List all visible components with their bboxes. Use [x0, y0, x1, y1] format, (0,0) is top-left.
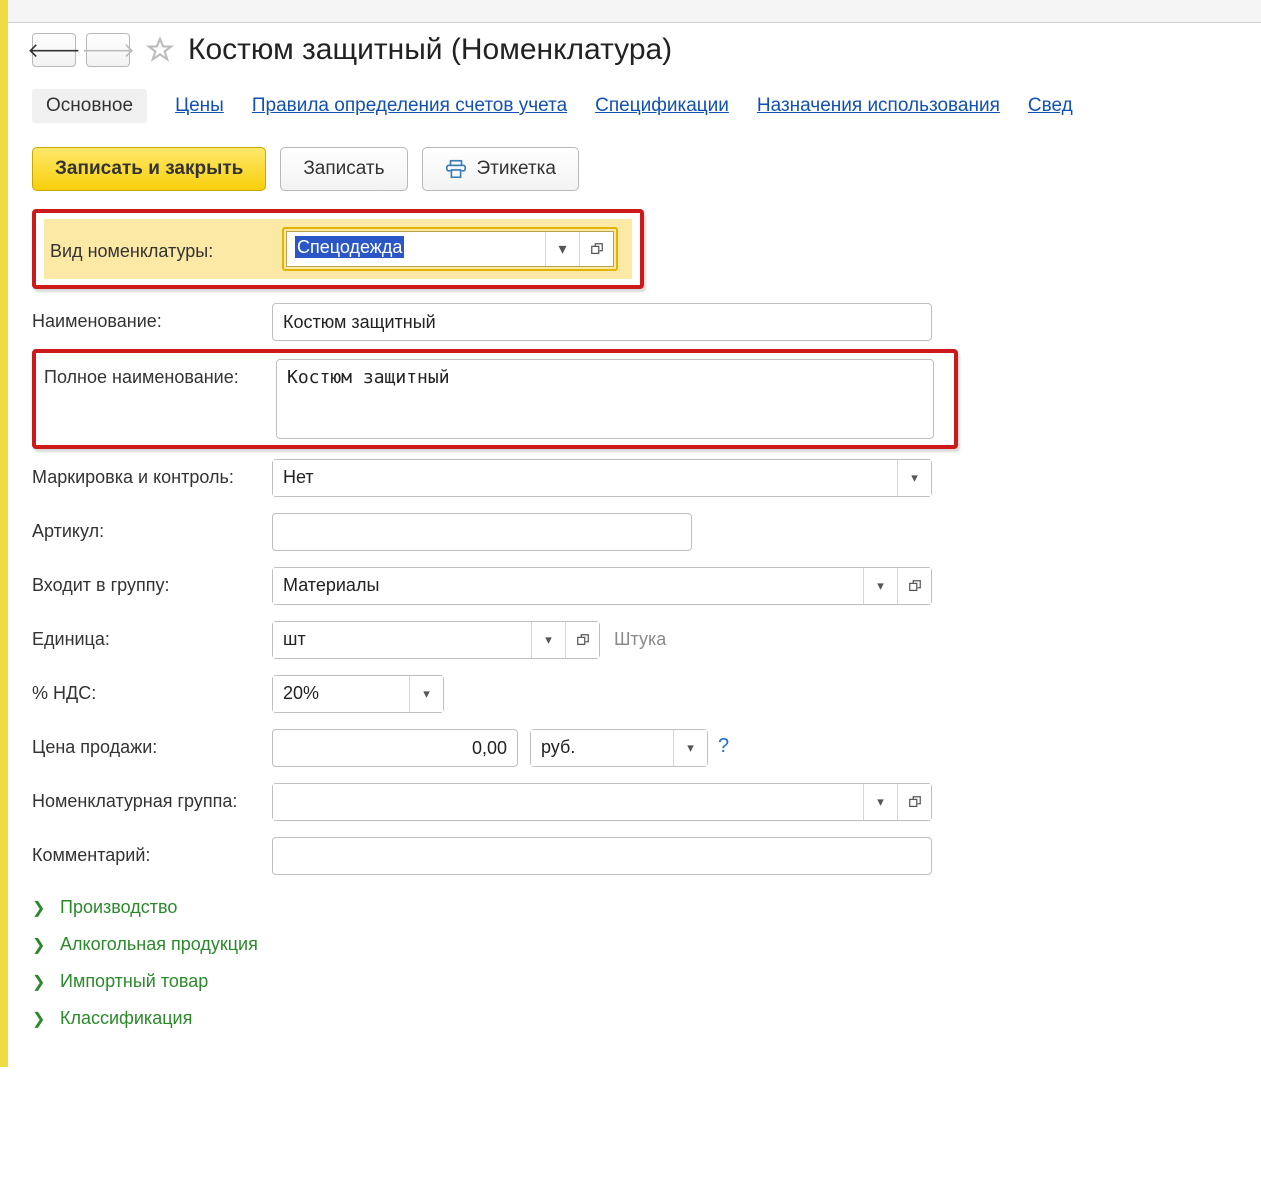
vat-value: 20% [273, 676, 409, 712]
article-input[interactable] [272, 513, 692, 551]
chevron-down-icon: ▾ [877, 578, 884, 594]
type-open-button[interactable] [579, 232, 613, 266]
label-type: Вид номенклатуры: [50, 237, 282, 262]
section-import[interactable]: ❯ Импортный товар [32, 963, 1261, 1000]
unit-open-button[interactable] [565, 622, 599, 658]
nomgroup-open-button[interactable] [897, 784, 931, 820]
chevron-right-icon: ❯ [32, 1009, 50, 1029]
nav-forward-button[interactable]: 🡒 [86, 33, 130, 67]
label-price: Цена продажи: [32, 729, 272, 758]
vat-select[interactable]: 20% ▾ [272, 675, 444, 713]
arrow-right-icon: 🡒 [81, 38, 135, 63]
open-external-icon [576, 633, 590, 647]
section-import-label: Импортный товар [60, 971, 208, 992]
chevron-right-icon: ❯ [32, 972, 50, 992]
chevron-down-icon: ▾ [911, 470, 918, 486]
unit-select[interactable]: шт ▾ [272, 621, 600, 659]
favorite-star-icon[interactable] [146, 36, 174, 64]
currency-dropdown-button[interactable]: ▾ [673, 730, 707, 766]
group-open-button[interactable] [897, 568, 931, 604]
marking-dropdown-button[interactable]: ▾ [897, 460, 931, 496]
chevron-down-icon: ▾ [545, 632, 552, 648]
chevron-down-icon: ▾ [558, 239, 566, 259]
comment-input[interactable] [272, 837, 932, 875]
tab-sved[interactable]: Свед [1028, 95, 1073, 117]
section-production[interactable]: ❯ Производство [32, 889, 1261, 926]
label-comment: Комментарий: [32, 837, 272, 866]
group-select[interactable]: Материалы ▾ [272, 567, 932, 605]
type-select[interactable]: Спецодежда ▾ [286, 231, 614, 267]
group-value: Материалы [273, 568, 863, 604]
label-article: Артикул: [32, 513, 272, 542]
label-nomgroup: Номенклатурная группа: [32, 783, 272, 812]
chevron-right-icon: ❯ [32, 898, 50, 918]
label-group: Входит в группу: [32, 567, 272, 596]
vat-dropdown-button[interactable]: ▾ [409, 676, 443, 712]
open-external-icon [908, 795, 922, 809]
group-dropdown-button[interactable]: ▾ [863, 568, 897, 604]
section-alcohol[interactable]: ❯ Алкогольная продукция [32, 926, 1261, 963]
nomgroup-dropdown-button[interactable]: ▾ [863, 784, 897, 820]
page-title: Костюм защитный (Номенклатура) [188, 33, 672, 67]
tab-main[interactable]: Основное [32, 89, 147, 123]
section-alcohol-label: Алкогольная продукция [60, 934, 258, 955]
tab-account-rules[interactable]: Правила определения счетов учета [252, 95, 567, 117]
section-classification[interactable]: ❯ Классификация [32, 1000, 1261, 1037]
label-unit: Единица: [32, 621, 272, 650]
chevron-right-icon: ❯ [32, 935, 50, 955]
unit-dropdown-button[interactable]: ▾ [531, 622, 565, 658]
unit-value: шт [273, 622, 531, 658]
section-classification-label: Классификация [60, 1008, 192, 1029]
fullname-textarea[interactable]: Костюм защитный [276, 359, 934, 439]
type-dropdown-button[interactable]: ▾ [545, 232, 579, 266]
printer-icon [445, 158, 467, 180]
currency-select[interactable]: руб. ▾ [530, 729, 708, 767]
nomgroup-select[interactable]: ▾ [272, 783, 932, 821]
marking-value: Нет [273, 460, 897, 496]
unit-hint: Штука [614, 621, 666, 650]
tab-usage[interactable]: Назначения использования [757, 95, 1000, 117]
print-label-text: Этикетка [477, 158, 556, 180]
save-button[interactable]: Записать [280, 147, 407, 191]
chevron-down-icon: ▾ [877, 794, 884, 810]
save-and-close-button[interactable]: Записать и закрыть [32, 147, 266, 191]
tab-prices[interactable]: Цены [175, 95, 224, 117]
section-production-label: Производство [60, 897, 177, 918]
name-input[interactable] [272, 303, 932, 341]
type-select-value: Спецодежда [287, 232, 545, 266]
label-marking: Маркировка и контроль: [32, 459, 272, 488]
tab-specifications[interactable]: Спецификации [595, 95, 729, 117]
arrow-left-icon: 🡐 [27, 38, 81, 63]
open-external-icon [590, 242, 604, 256]
chevron-down-icon: ▾ [423, 686, 430, 702]
price-input[interactable] [272, 729, 518, 767]
open-external-icon [908, 579, 922, 593]
label-name: Наименование: [32, 303, 272, 332]
marking-select[interactable]: Нет ▾ [272, 459, 932, 497]
tabs-row: Основное Цены Правила определения счетов… [32, 73, 1261, 137]
print-label-button[interactable]: Этикетка [422, 147, 579, 191]
label-fullname: Полное наименование: [44, 359, 276, 388]
nomgroup-value [273, 784, 863, 820]
price-help-button[interactable]: ? [718, 729, 729, 758]
nav-back-button[interactable]: 🡐 [32, 33, 76, 67]
currency-value: руб. [531, 730, 673, 766]
label-vat: % НДС: [32, 675, 272, 704]
chevron-down-icon: ▾ [687, 740, 694, 756]
